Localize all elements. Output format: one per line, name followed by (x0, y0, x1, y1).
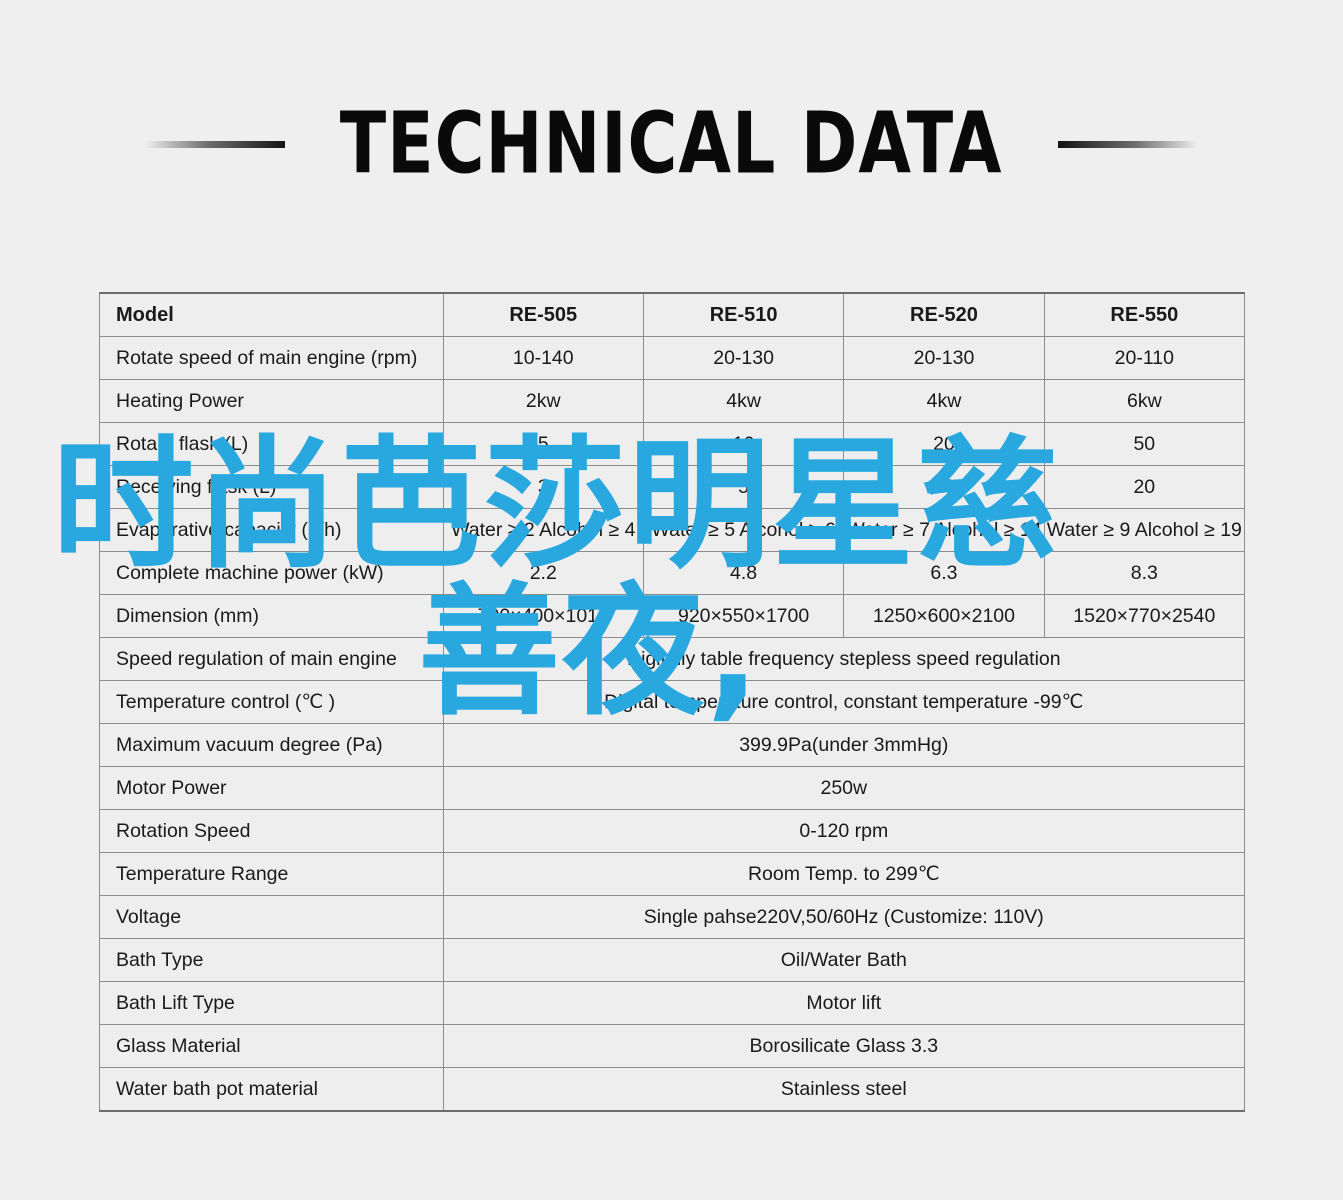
row-value: Water ≥ 5 Alcohol ≥ 6 (642, 508, 845, 552)
row-value: 20-130 (843, 336, 1045, 380)
row-value: 20-130 (642, 336, 845, 380)
row-value: 6kw (1043, 379, 1246, 423)
technical-data-table: Model RE-505 RE-510 RE-520 RE-550 Rotate spee… (99, 292, 1246, 1112)
row-label: Complete machine power (kW) (99, 551, 444, 595)
row-value: 20 (843, 422, 1045, 466)
title-rule-left-icon (145, 140, 286, 148)
row-label: Rotary flask (L) (99, 422, 444, 466)
row-value: 50 (1043, 422, 1246, 466)
row-value: 4.8 (642, 551, 845, 595)
row-value: 6.3 (843, 551, 1045, 595)
table-row: Heating Power 2kw 4kw 4kw 6kw (99, 379, 1246, 423)
row-label: Motor Power (99, 766, 444, 810)
row-value: 10 (642, 422, 845, 466)
row-value: 700×400×1010 (442, 594, 644, 638)
row-value: 920×550×1700 (642, 594, 845, 638)
row-value: 10 (843, 465, 1045, 509)
table-row: Temperature Range Room Temp. to 299℃ (99, 852, 1246, 896)
row-value: 4kw (843, 379, 1045, 423)
row-label: Bath Lift Type (99, 981, 444, 1025)
page-header: TECHNICAL DATA (0, 96, 1343, 192)
row-value: 20 (1043, 465, 1246, 509)
row-value-merged: 250w (442, 766, 1246, 810)
row-label: Temperature Range (99, 852, 444, 896)
row-value: RE-520 (843, 292, 1045, 337)
row-value: 2kw (442, 379, 644, 423)
row-value-merged: Borosilicate Glass 3.3 (442, 1024, 1246, 1068)
table-row: Maximum vacuum degree (Pa) 399.9Pa(under … (99, 723, 1246, 767)
row-value: Water ≥ 7 Alcohol ≥ 14 (843, 508, 1045, 552)
row-label: Voltage (99, 895, 444, 939)
row-value: 1250×600×2100 (843, 594, 1045, 638)
table-row: Evaporative capacity (L/h) Water ≥ 2 Alco… (99, 508, 1246, 552)
row-value-merged: Digitally table frequency stepless speed… (442, 637, 1246, 681)
table-row: Speed regulation of main engine Digitally… (99, 637, 1246, 681)
row-label: Rotate speed of main engine (rpm) (99, 336, 444, 380)
row-label: Bath Type (99, 938, 444, 982)
row-value: 3 (442, 465, 644, 509)
row-label: Heating Power (99, 379, 444, 423)
table-row: Rotary flask (L) 5 10 20 50 (99, 422, 1246, 466)
row-label: Speed regulation of main engine (99, 637, 444, 681)
row-value: 10-140 (442, 336, 644, 380)
row-value: 2.2 (442, 551, 644, 595)
row-value: RE-510 (642, 292, 845, 337)
row-value: 5 (442, 422, 644, 466)
row-value: 20-110 (1043, 336, 1246, 380)
row-value-merged: 0-120 rpm (442, 809, 1246, 853)
table-row: Rotation Speed 0-120 rpm (99, 809, 1246, 853)
row-label: Glass Material (99, 1024, 444, 1068)
row-value: 8.3 (1043, 551, 1246, 595)
table-row: Model RE-505 RE-510 RE-520 RE-550 (99, 292, 1246, 337)
row-value-merged: Digital temperature control, constant te… (442, 680, 1246, 724)
row-value-merged: Motor lift (442, 981, 1246, 1025)
table-row: Water bath pot material Stainless steel (99, 1067, 1246, 1112)
row-value: Water ≥ 9 Alcohol ≥ 19 (1043, 508, 1246, 552)
row-value: 1520×770×2540 (1043, 594, 1246, 638)
title-rule-right-icon (1057, 140, 1198, 148)
row-value: RE-550 (1043, 292, 1246, 337)
page-title: TECHNICAL DATA (340, 94, 1003, 194)
row-value: 5 (642, 465, 845, 509)
row-label: Dimension (mm) (99, 594, 444, 638)
table-row: Complete machine power (kW) 2.2 4.8 6.3 8.3 (99, 551, 1246, 595)
table-row: Rotate speed of main engine (rpm) 10-140 2… (99, 336, 1246, 380)
row-label: Rotation Speed (99, 809, 444, 853)
row-label: Temperature control (℃ ) (99, 680, 444, 724)
table-row: Motor Power 250w (99, 766, 1246, 810)
row-value-merged: Stainless steel (442, 1067, 1246, 1112)
row-label: Model (99, 292, 444, 337)
row-value: 4kw (642, 379, 845, 423)
row-label: Water bath pot material (99, 1067, 444, 1112)
table-row: Voltage Single pahse220V,50/60Hz (Customi… (99, 895, 1246, 939)
row-value-merged: Room Temp. to 299℃ (442, 852, 1246, 896)
row-value: RE-505 (442, 292, 644, 337)
table-row: Temperature control (℃ ) Digital temperat… (99, 680, 1246, 724)
row-label: Maximum vacuum degree (Pa) (99, 723, 444, 767)
table-row: Glass Material Borosilicate Glass 3.3 (99, 1024, 1246, 1068)
table-row: Bath Lift Type Motor lift (99, 981, 1246, 1025)
table-body: Model RE-505 RE-510 RE-520 RE-550 Rotate spee… (99, 292, 1246, 1112)
row-label: Evaporative capacity (L/h) (99, 508, 444, 552)
table-row: Receiving flask (L) 3 5 10 20 (99, 465, 1246, 509)
row-value-merged: 399.9Pa(under 3mmHg) (442, 723, 1246, 767)
row-value-merged: Oil/Water Bath (442, 938, 1246, 982)
technical-data-table-wrapper: Model RE-505 RE-510 RE-520 RE-550 Rotate spee… (99, 292, 1246, 1112)
row-value-merged: Single pahse220V,50/60Hz (Customize: 110… (442, 895, 1246, 939)
row-value: Water ≥ 2 Alcohol ≥ 4 (442, 508, 644, 552)
table-row: Dimension (mm) 700×400×1010 920×550×1700 12… (99, 594, 1246, 638)
row-label: Receiving flask (L) (99, 465, 444, 509)
table-row: Bath Type Oil/Water Bath (99, 938, 1246, 982)
